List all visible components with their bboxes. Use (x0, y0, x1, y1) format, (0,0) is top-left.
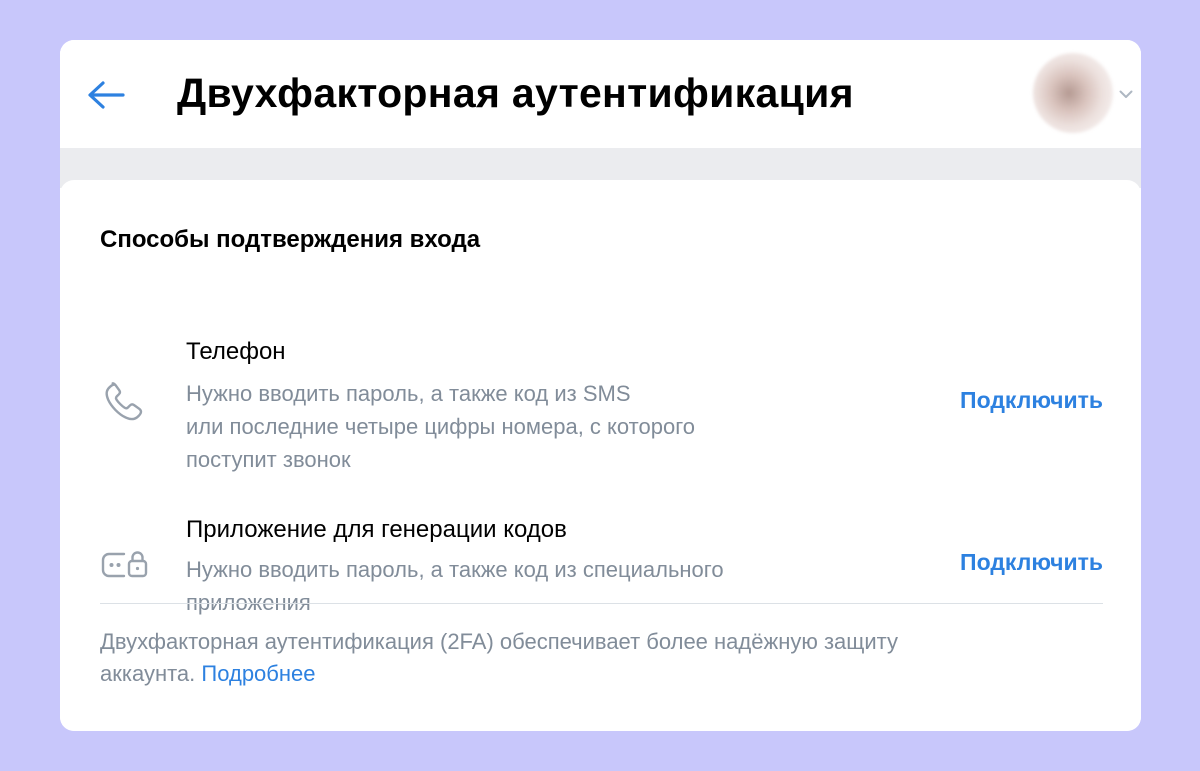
connect-app-button[interactable]: Подключить (960, 549, 1103, 576)
arrow-left-icon (88, 81, 125, 109)
phone-icon (105, 382, 143, 421)
method-description: Нужно вводить пароль, а также код из SMS… (186, 377, 886, 476)
method-description-line: Нужно вводить пароль, а также код из спе… (186, 557, 724, 582)
method-description-line: или последние четыре цифры номера, с кот… (186, 414, 695, 439)
back-button[interactable] (84, 73, 128, 117)
settings-card: Способы подтверждения входа Телефон Нужн… (60, 180, 1141, 731)
learn-more-link[interactable]: Подробнее (201, 661, 315, 686)
method-description-line: поступит звонок (186, 447, 351, 472)
method-description-line: Нужно вводить пароль, а также код из SMS (186, 381, 631, 406)
section-title: Способы подтверждения входа (100, 226, 481, 253)
two-factor-window: Двухфакторная аутентификация Способы под… (60, 40, 1141, 731)
avatar[interactable] (1033, 53, 1113, 133)
profile-menu[interactable] (1033, 53, 1133, 133)
method-description: Нужно вводить пароль, а также код из спе… (186, 553, 886, 619)
footer-line: аккаунта. Подробнее (100, 658, 1110, 690)
connect-phone-button[interactable]: Подключить (960, 387, 1103, 414)
divider (100, 603, 1103, 604)
chevron-down-icon (1119, 90, 1133, 98)
code-generator-lock-icon (101, 551, 148, 578)
page-title: Двухфакторная аутентификация (177, 70, 854, 116)
header: Двухфакторная аутентификация (60, 40, 1141, 148)
footer-text-fragment: аккаунта. (100, 661, 196, 686)
footer-line: Двухфакторная аутентификация (2FA) обесп… (100, 629, 898, 654)
method-title: Телефон (186, 338, 286, 365)
footer-note: Двухфакторная аутентификация (2FA) обесп… (100, 626, 1110, 690)
method-title: Приложение для генерации кодов (186, 516, 567, 543)
